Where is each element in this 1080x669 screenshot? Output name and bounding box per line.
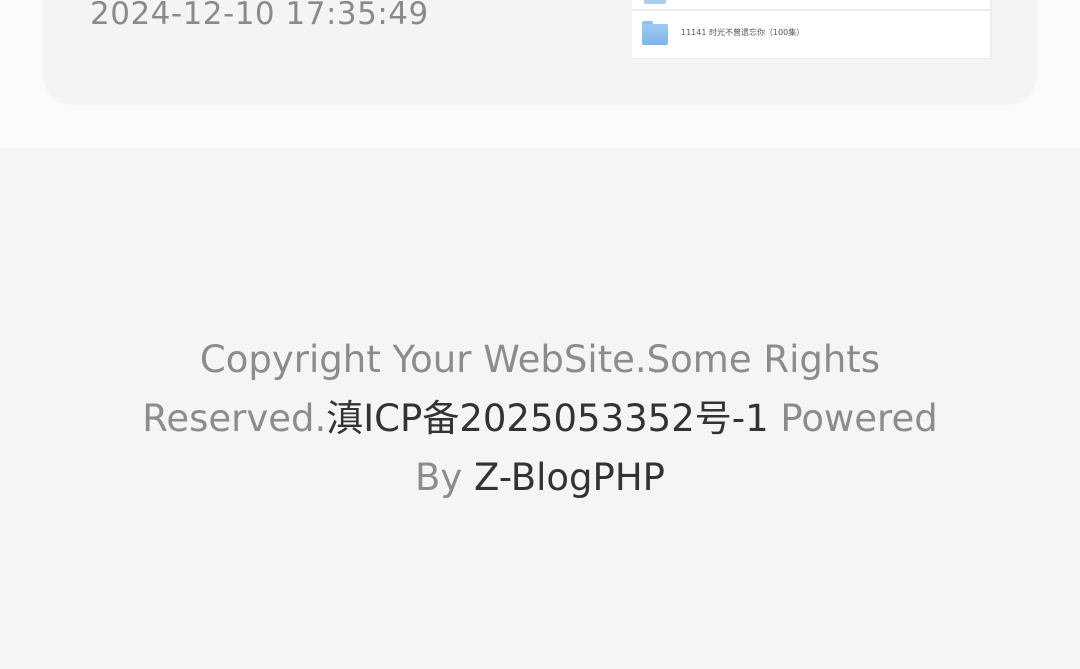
- site-footer: Copyright Your WebSite.Some Rights Reser…: [0, 330, 1080, 507]
- thumbnail-row-previous: [632, 0, 990, 9]
- folder-icon: [644, 0, 666, 4]
- by-text: By: [414, 456, 475, 499]
- post-date: 2024-12-10 17:35:49: [90, 0, 429, 32]
- thumbnail-file-name: 11141 时光不曾遗忘你（100集）: [681, 28, 805, 37]
- zblogphp-link[interactable]: Z-BlogPHP: [474, 456, 665, 499]
- footer-line-2: Reserved.滇ICP备2025053352号-1 Powered: [0, 389, 1080, 448]
- post-thumbnail[interactable]: 11141 时光不曾遗忘你（100集）: [632, 0, 992, 59]
- copyright-text: Copyright Your WebSite.Some Rights: [199, 338, 881, 381]
- footer-line-3: By Z-BlogPHP: [0, 448, 1080, 507]
- folder-icon: [642, 21, 668, 45]
- icp-link[interactable]: 滇ICP备2025053352号-1: [326, 397, 768, 440]
- content-area: 2024-12-10 17:35:49 11141 时光不曾遗忘你（100集）: [0, 0, 1080, 148]
- reserved-text: Reserved.: [142, 397, 327, 440]
- thumbnail-file-row: 11141 时光不曾遗忘你（100集）: [632, 11, 990, 58]
- powered-text: Powered: [768, 397, 938, 440]
- footer-line-1: Copyright Your WebSite.Some Rights: [0, 330, 1080, 389]
